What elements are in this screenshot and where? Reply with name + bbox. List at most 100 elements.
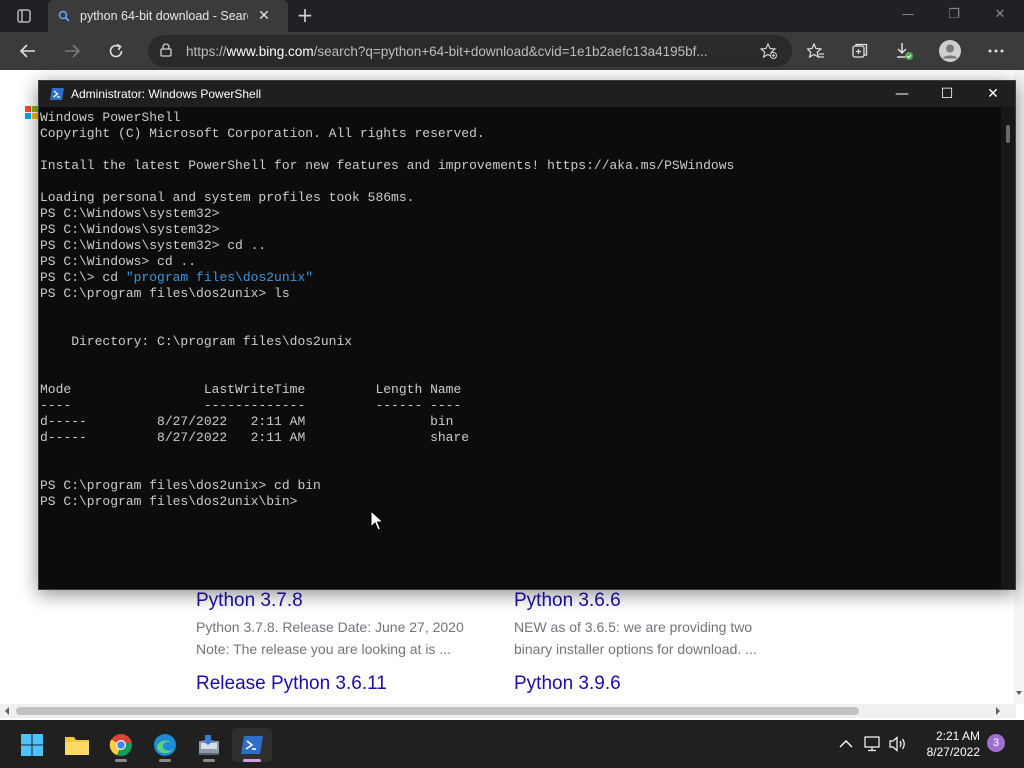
result-title-link[interactable]: Python 3.7.8 [196,590,464,612]
terminal-scrollbar[interactable] [1001,107,1015,589]
search-favicon-icon [58,7,70,26]
tab-close-icon[interactable]: ✕ [256,8,272,24]
volume-icon[interactable] [888,734,908,754]
terminal-line: Copyright (C) Microsoft Corporation. All… [40,126,485,141]
powershell-icon [49,87,65,101]
address-bar[interactable]: https://www.bing.com/search?q=python+64-… [148,35,792,67]
terminal-line: PS C:\program files\dos2unix\bin> [40,494,298,509]
add-favorite-icon[interactable] [759,42,778,64]
forward-icon[interactable] [60,40,84,62]
powershell-window[interactable]: Administrator: Windows PowerShell — ☐ ✕ … [38,80,1016,590]
clock-date: 8/27/2022 [926,745,980,759]
collections-icon[interactable] [848,40,872,62]
close-icon[interactable]: ✕ [976,83,1010,105]
scroll-right-icon[interactable] [995,707,1001,715]
result-title-link[interactable]: Release Python 3.6.11 [196,673,387,695]
result-snippet: Note: The release you are looking at is … [196,641,451,657]
browser-tab[interactable]: python 64-bit download - Search ✕ [48,0,288,32]
terminal-line: Mode LastWriteTime Length Name [40,382,462,397]
url-path: /search?q=python+64-bit+download&cvid=1e… [313,43,708,59]
result-card: Python 3.9.6 [514,673,621,695]
clock-time: 2:21 AM [935,729,980,743]
terminal-line: PS C:\> cd "program files\dos2unix" [40,270,1001,286]
running-indicator [115,759,127,762]
terminal-line: ---- ------------- ------ ---- [40,398,462,413]
back-icon[interactable] [16,40,40,62]
more-icon[interactable] [984,40,1008,62]
terminal-string-literal: "program files\dos2unix" [125,270,314,285]
url-domain: www.bing.com [226,43,314,59]
running-indicator [203,759,215,762]
page-horizontal-scrollbar[interactable] [0,704,1016,718]
horizontal-scroll-thumb[interactable] [16,707,859,715]
lock-icon[interactable] [160,42,172,61]
network-icon[interactable] [863,734,883,754]
refresh-icon[interactable] [104,40,128,62]
result-title-link[interactable]: Python 3.6.6 [514,590,757,612]
mouse-cursor-icon [370,510,384,531]
minimize-icon[interactable]: — [896,4,920,26]
installer-icon[interactable] [189,728,229,762]
terminal-line-text: PS C:\> cd [40,270,126,285]
terminal-line: Windows PowerShell [40,110,181,125]
url-text[interactable]: https://www.bing.com/search?q=python+64-… [186,44,746,59]
powershell-taskbar-icon[interactable] [232,728,272,762]
terminal-scroll-thumb[interactable] [1006,125,1010,143]
file-explorer-icon[interactable] [57,728,97,762]
terminal-line: Directory: C:\program files\dos2unix [40,334,353,349]
scroll-left-icon[interactable] [4,707,10,715]
terminal-line: PS C:\program files\dos2unix> ls [40,286,290,301]
result-title-link[interactable]: Python 3.9.6 [514,673,621,695]
maximize-icon[interactable]: ☐ [930,83,964,105]
restore-icon[interactable]: ❐ [942,4,966,26]
microsoft-logo-icon [25,106,39,120]
terminal-line: PS C:\Windows> cd .. [40,254,197,269]
terminal-output[interactable]: Windows PowerShell Copyright (C) Microsof… [39,110,1001,588]
result-card: Release Python 3.6.11 [196,673,387,695]
running-indicator [159,759,171,762]
tab-title: python 64-bit download - Search [80,9,248,23]
result-snippet: Python 3.7.8. Release Date: June 27, 202… [196,619,464,635]
minimize-icon[interactable]: — [885,83,919,105]
terminal-line: Loading personal and system profiles too… [40,190,415,205]
terminal-line: PS C:\Windows\system32> [40,222,220,237]
terminal-line: Install the latest PowerShell for new fe… [40,158,735,173]
downloads-icon[interactable] [892,40,916,62]
start-icon[interactable] [12,728,52,762]
powershell-title-bar[interactable]: Administrator: Windows PowerShell — ☐ ✕ [39,81,1015,107]
close-icon[interactable]: ✕ [988,4,1012,26]
powershell-title: Administrator: Windows PowerShell [71,87,262,101]
running-indicator [243,759,261,762]
profile-icon[interactable] [938,40,962,62]
terminal-line: PS C:\Windows\system32> [40,206,220,221]
terminal-line: d----- 8/27/2022 2:11 AM share [40,430,470,445]
notification-badge[interactable]: 3 [987,734,1005,752]
tab-actions-icon[interactable] [10,6,38,26]
edge-icon[interactable] [145,728,185,762]
result-card: Python 3.6.6 NEW as of 3.6.5: we are pro… [514,590,757,660]
chevron-up-icon[interactable] [836,734,856,754]
result-snippet: binary installer options for download. .… [514,641,757,657]
browser-toolbar: https://www.bing.com/search?q=python+64-… [0,32,1024,70]
favorites-icon[interactable] [804,40,828,62]
chrome-icon[interactable] [101,728,141,762]
terminal-line: d----- 8/27/2022 2:11 AM bin [40,414,454,429]
url-prefix: https:// [186,43,227,59]
terminal-line: PS C:\Windows\system32> cd .. [40,238,267,253]
scroll-down-icon[interactable] [1016,690,1022,696]
result-card: Python 3.7.8 Python 3.7.8. Release Date:… [196,590,464,660]
terminal-line: PS C:\program files\dos2unix> cd bin [40,478,321,493]
taskbar: 2:21 AM 8/27/2022 [0,720,1024,768]
system-clock[interactable]: 2:21 AM 8/27/2022 [918,728,980,760]
browser-tab-bar: python 64-bit download - Search ✕ + — ❐ … [0,0,1024,32]
new-tab-button[interactable]: + [294,4,316,26]
result-snippet: NEW as of 3.6.5: we are providing two [514,619,753,635]
